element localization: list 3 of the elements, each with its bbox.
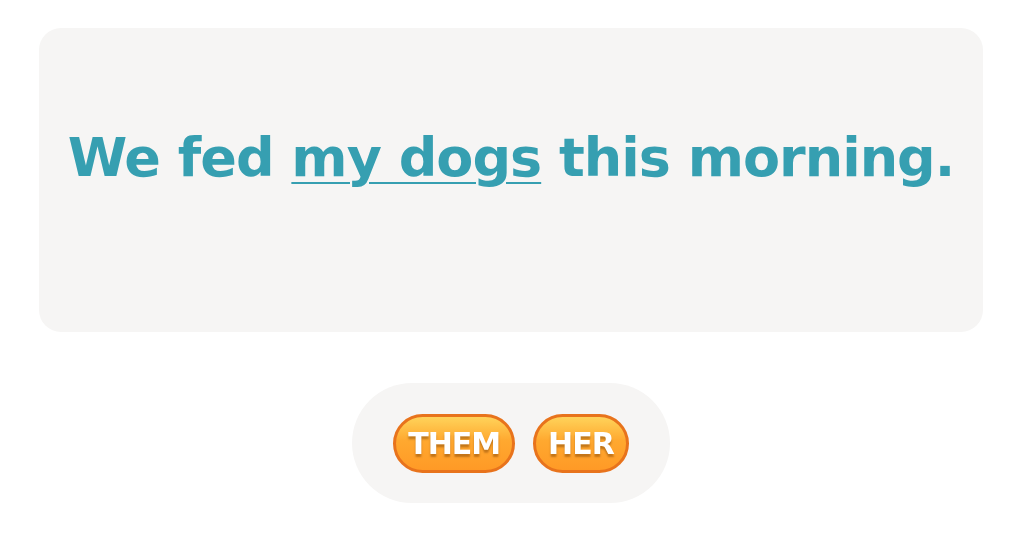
choice-button[interactable]: THEM [393, 413, 516, 473]
sentence: We fed my dogs this morning. [67, 125, 955, 189]
choice-button[interactable]: HER [533, 413, 629, 473]
